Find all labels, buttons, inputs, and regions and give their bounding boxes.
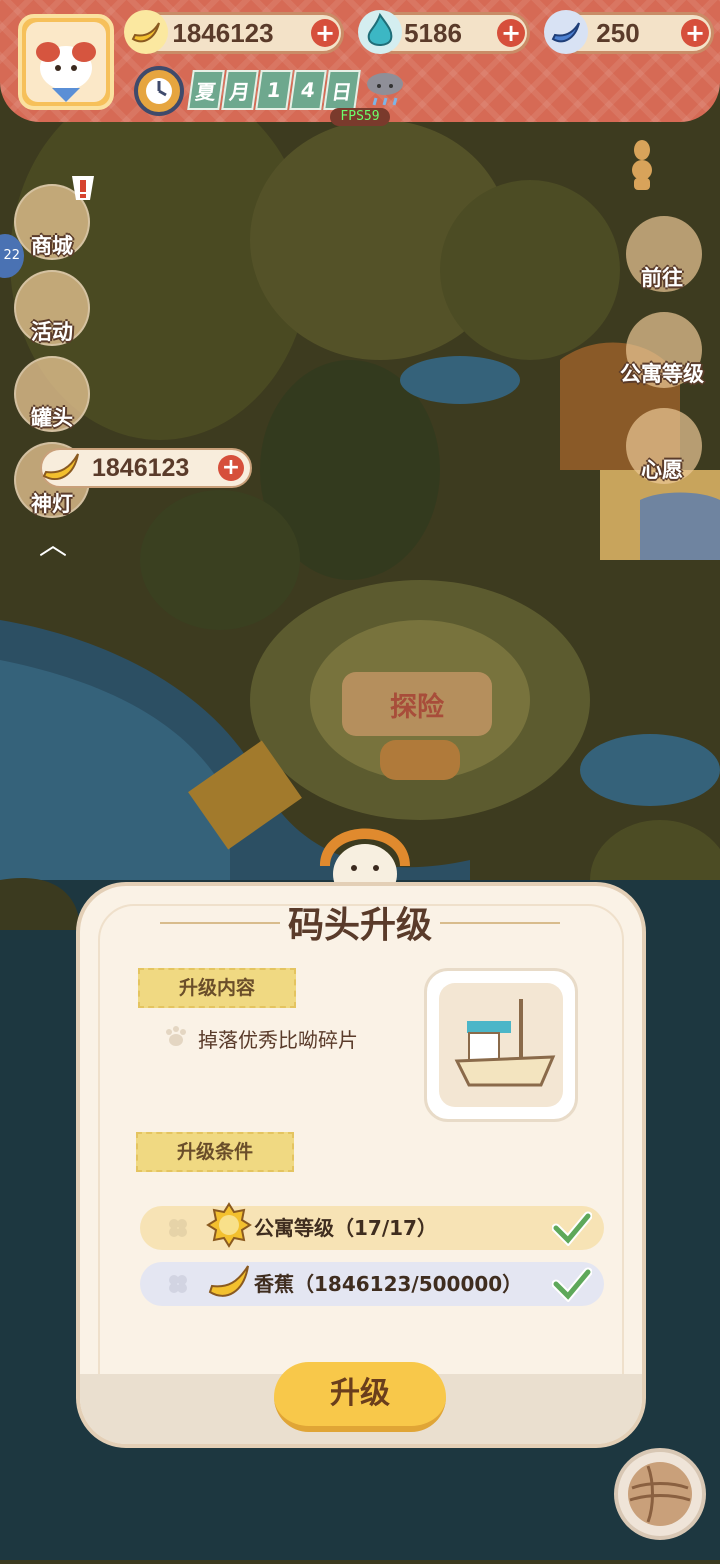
condition-row: 香蕉（1846123/500000） (140, 1262, 604, 1306)
shop-button[interactable]: 商城 (14, 176, 94, 260)
goto-button[interactable]: 前往 (622, 216, 702, 296)
blue-banana-value: 250 (596, 18, 640, 48)
add-banana-button[interactable]: + (311, 19, 339, 47)
player-avatar[interactable] (18, 14, 114, 110)
add-blue-banana-button[interactable]: + (681, 19, 709, 47)
date-char: 1 (255, 70, 293, 110)
ship-icon (454, 999, 556, 1087)
fps-counter: FPS59 (330, 108, 390, 126)
upgrade-content-text: 掉落优秀比呦碎片 (198, 1028, 358, 1052)
banana-icon (42, 453, 79, 481)
sun-badge-icon (206, 1202, 252, 1248)
condition-row: 公寓等级（17/17） (140, 1202, 604, 1250)
events-label: 活动 (31, 320, 73, 344)
clover-icon (169, 1275, 187, 1293)
rain-cloud-icon[interactable] (362, 68, 408, 108)
apartment-level-button[interactable]: 公寓等级 (620, 312, 704, 392)
banana-counter[interactable]: 1846123 + (124, 10, 344, 54)
condition-text: 香蕉（1846123/500000） (254, 1272, 523, 1296)
upgrade-button[interactable]: 升级 (274, 1362, 446, 1432)
banana-icon (208, 1265, 249, 1297)
add-banana-button[interactable]: + (218, 455, 244, 481)
upgrade-condition-label: 升级条件 (176, 1141, 253, 1163)
clock-icon[interactable] (134, 66, 184, 116)
date-char: 月 (221, 70, 259, 110)
dock-preview (424, 968, 578, 1122)
season-date: 夏 月 1 4 日 (187, 70, 361, 110)
wish-label: 心愿 (641, 458, 683, 482)
blue-flame-counter[interactable]: 5186 + (358, 10, 530, 54)
floating-banana-counter[interactable]: 1846123 + (40, 448, 252, 488)
upgrade-condition-tag: 升级条件 (136, 1132, 294, 1172)
explore-button[interactable]: 探险 (342, 672, 492, 736)
upgrade-content-label: 升级内容 (178, 977, 255, 999)
blue-flame-value: 5186 (404, 18, 462, 48)
shop-label: 商城 (31, 234, 73, 258)
check-icon (552, 1211, 592, 1246)
wish-button[interactable]: 心愿 (622, 408, 702, 488)
paw-icon (166, 1026, 186, 1046)
apartment-level-label: 公寓等级 (620, 362, 704, 386)
date-char: 4 (289, 70, 327, 110)
cans-label: 罐头 (31, 406, 73, 430)
upgrade-content-tag: 升级内容 (138, 968, 296, 1008)
dog-avatar-icon (26, 22, 106, 102)
rope-icon[interactable] (622, 136, 662, 196)
date-char: 夏 (187, 70, 225, 110)
dialog-title: 码头升级 (287, 905, 432, 946)
floating-banana-value: 1846123 (92, 454, 190, 482)
check-icon (552, 1267, 592, 1302)
condition-text: 公寓等级（17/17） (254, 1216, 437, 1240)
collapse-menu-icon[interactable]: ︿ (36, 530, 70, 560)
alert-icon (72, 176, 94, 200)
clover-icon (169, 1219, 187, 1237)
add-blue-flame-button[interactable]: + (497, 19, 525, 47)
cans-button[interactable]: 罐头 (14, 356, 90, 432)
lamp-label: 神灯 (31, 492, 73, 516)
blue-banana-counter[interactable]: 250 + (544, 10, 714, 54)
date-char: 日 (323, 70, 361, 110)
banana-value: 1846123 (172, 18, 274, 48)
events-button[interactable]: 活动 (14, 270, 90, 346)
yarn-ball-icon[interactable] (614, 1448, 706, 1540)
goto-label: 前往 (641, 266, 683, 290)
